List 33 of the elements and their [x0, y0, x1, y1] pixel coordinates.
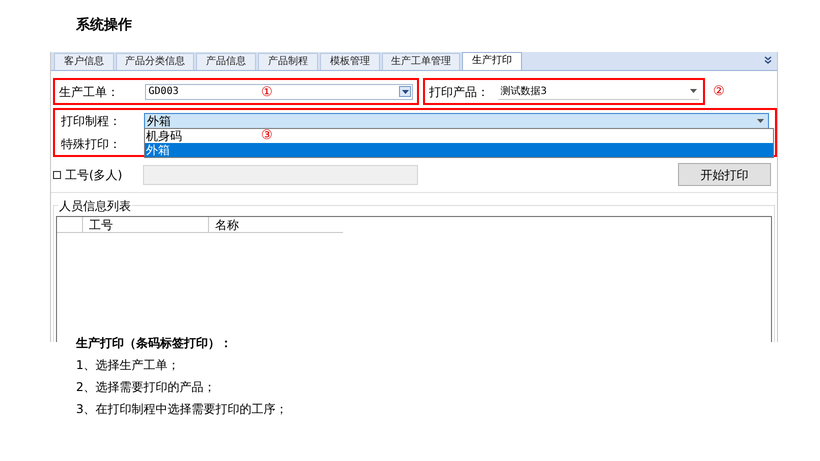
dropdown-option[interactable]: 外箱	[145, 143, 773, 157]
tab[interactable]: 客户信息	[54, 53, 114, 70]
step-text: 3、在打印制程中选择需要打印的工序；	[76, 401, 288, 418]
tab[interactable]: 生产打印	[462, 52, 522, 70]
section-heading: 系统操作	[76, 16, 132, 35]
dropdown-arrow-icon[interactable]	[690, 89, 697, 93]
print-button[interactable]: 开始打印	[678, 163, 771, 186]
table-header-cell-text: 名称	[214, 217, 240, 232]
annotation-number: ①	[261, 86, 273, 99]
tab[interactable]: 产品分类信息	[116, 53, 194, 70]
field-label: 特殊打印：	[61, 136, 121, 153]
annotation-number: ②	[713, 85, 725, 98]
checkbox-label: 工号(多人)	[65, 166, 124, 184]
dropdown-field[interactable]: 外箱	[144, 113, 769, 129]
tab[interactable]: 模板管理	[320, 53, 380, 70]
dropdown-arrow-icon[interactable]	[757, 119, 764, 123]
group-title: 人员信息列表	[58, 197, 132, 215]
table-header-cell: 工号	[83, 217, 209, 232]
notes-title: 生产打印（条码标签打印）：	[76, 335, 233, 352]
field-label: 生产工单：	[59, 84, 120, 100]
tab[interactable]: 生产工单管理	[382, 53, 460, 70]
step-text: 1、选择生产工单；	[76, 357, 181, 374]
dropdown-option[interactable]: 机身码	[145, 129, 183, 143]
tab[interactable]: 产品制程	[258, 53, 318, 70]
field-label: 打印产品：	[429, 84, 490, 100]
field-label: 打印制程：	[61, 113, 122, 130]
chevron-down-icon[interactable]	[764, 56, 772, 64]
tab[interactable]: 产品信息	[196, 53, 256, 70]
checkbox[interactable]	[53, 170, 61, 178]
step-text: 2、选择需要打印的产品；	[76, 379, 217, 396]
annotation-number: ③	[261, 129, 273, 142]
input-field[interactable]	[143, 164, 418, 184]
dropdown-field[interactable]: 测试数据3	[498, 84, 699, 100]
